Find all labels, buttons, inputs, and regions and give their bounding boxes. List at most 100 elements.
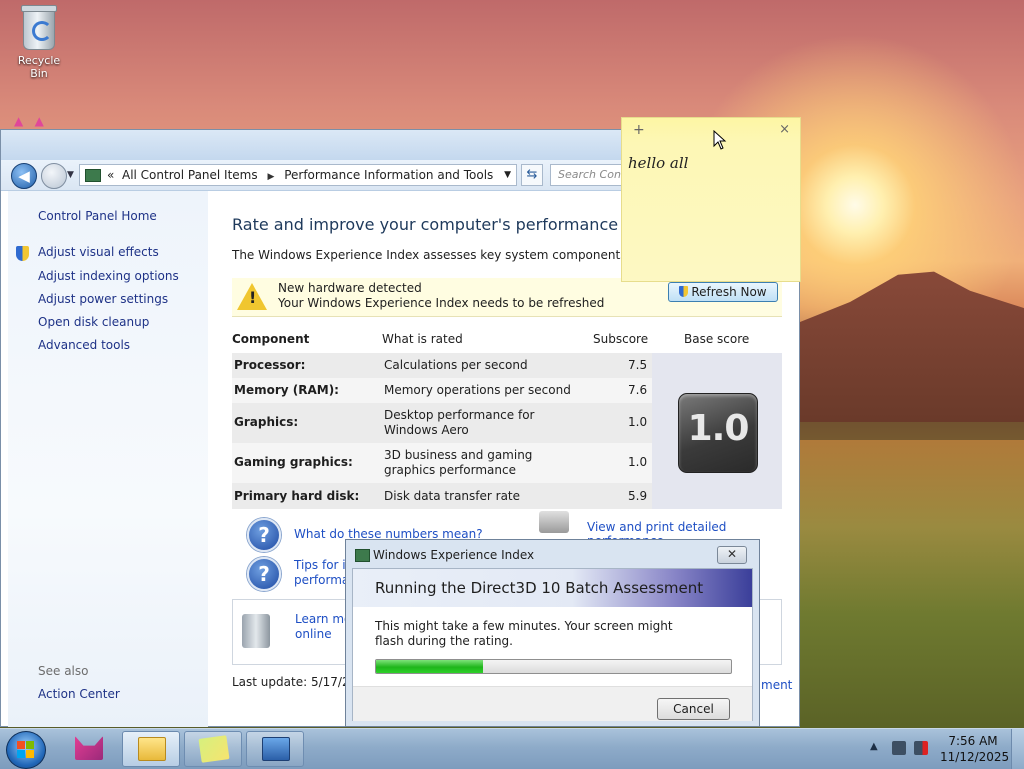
taskbar: ▲ 7:56 AM 11/12/2025 xyxy=(0,728,1024,769)
header-component: Component xyxy=(232,332,310,346)
system-clock[interactable]: 7:56 AM 11/12/2025 xyxy=(940,733,1010,765)
sticky-note-text[interactable]: hello all xyxy=(628,154,688,172)
control-panel-icon xyxy=(85,169,101,182)
base-score-value: 1.0 xyxy=(687,408,750,449)
dialog-message: This might take a few minutes. Your scre… xyxy=(375,619,673,648)
warning-exclamation: ! xyxy=(249,288,257,307)
rated-processor: Calculations per second xyxy=(384,358,528,372)
volume-muted-icon[interactable] xyxy=(914,741,928,755)
network-icon[interactable] xyxy=(892,741,906,755)
breadcrumb-chevron-icon: « xyxy=(107,168,115,182)
software-disc-icon xyxy=(242,614,270,648)
wallpaper-mountain xyxy=(790,271,1024,422)
header-base-score: Base score xyxy=(684,332,750,346)
printer-icon xyxy=(539,511,569,533)
help-question-icon: ? xyxy=(247,518,281,552)
notice-title: New hardware detected xyxy=(278,281,422,295)
mouse-cursor-icon xyxy=(713,130,727,150)
see-also-header: See also xyxy=(38,664,89,678)
header-subscore: Subscore xyxy=(593,332,649,346)
assessment-progress-bar xyxy=(375,659,732,674)
performance-tool-icon xyxy=(262,737,290,761)
control-panel-home-link[interactable]: Control Panel Home xyxy=(38,209,157,223)
rated-memory: Memory operations per second xyxy=(384,383,571,397)
dialog-heading: Running the Direct3D 10 Batch Assessment xyxy=(375,579,704,597)
uac-shield-icon xyxy=(679,286,689,297)
action-center-link[interactable]: Action Center xyxy=(38,687,120,701)
refresh-now-label: Refresh Now xyxy=(691,285,767,299)
left-navigation-pane: Control Panel Home Adjust visual effects… xyxy=(8,191,208,727)
address-dropdown-icon[interactable]: ▼ xyxy=(504,165,511,185)
clock-date: 11/12/2025 xyxy=(940,750,1010,764)
adjust-power-settings-link[interactable]: Adjust power settings xyxy=(38,292,168,306)
cat-app-icon xyxy=(75,736,103,760)
close-note-icon[interactable]: × xyxy=(779,122,790,137)
breadcrumb-root[interactable]: All Control Panel Items xyxy=(122,168,258,182)
score-table: Processor: Calculations per second 7.5 M… xyxy=(232,353,782,509)
subscore-memory: 7.6 xyxy=(628,383,648,397)
search-input[interactable]: Search Cont xyxy=(550,164,630,186)
truncated-link[interactable]: ment xyxy=(761,678,792,692)
show-hidden-icons-icon[interactable]: ▲ xyxy=(870,741,878,752)
rated-gaming-graphics: 3D business and gaming graphics performa… xyxy=(384,448,533,477)
sticky-note[interactable]: + × hello all xyxy=(621,117,801,282)
taskbar-app-cat[interactable] xyxy=(60,731,118,767)
component-memory: Memory (RAM): xyxy=(234,383,339,397)
subscore-gaming-graphics: 1.0 xyxy=(628,455,648,469)
sticky-notes-icon xyxy=(198,735,230,763)
taskbar-explorer[interactable] xyxy=(122,731,180,767)
dialog-header-band: Running the Direct3D 10 Batch Assessment xyxy=(353,569,752,607)
dialog-footer: Cancel xyxy=(353,686,752,721)
learn-more-link[interactable]: Learn mo xyxy=(295,612,351,626)
subscore-graphics: 1.0 xyxy=(628,415,648,429)
show-desktop-button[interactable] xyxy=(1011,729,1024,769)
forward-button[interactable] xyxy=(41,163,67,189)
component-graphics: Graphics: xyxy=(234,415,299,429)
wallpaper-field xyxy=(800,440,1024,730)
history-dropdown-icon[interactable]: ▼ xyxy=(67,170,74,180)
hardware-notice-bar: ! New hardware detected Your Windows Exp… xyxy=(232,278,782,317)
address-bar[interactable]: « All Control Panel Items ▶ Performance … xyxy=(79,164,517,186)
taskbar-performance-tool[interactable] xyxy=(246,731,304,767)
breadcrumb-current[interactable]: Performance Information and Tools xyxy=(284,168,493,182)
recycle-bin-icon xyxy=(21,5,57,50)
refresh-now-button[interactable]: Refresh Now xyxy=(668,282,778,302)
cancel-button[interactable]: Cancel xyxy=(657,698,730,720)
adjust-indexing-options-link[interactable]: Adjust indexing options xyxy=(38,269,179,283)
component-hard-disk: Primary hard disk: xyxy=(234,489,360,503)
rated-hard-disk: Disk data transfer rate xyxy=(384,489,521,503)
clock-time: 7:56 AM xyxy=(948,734,998,748)
header-what-is-rated: What is rated xyxy=(382,332,463,346)
component-processor: Processor: xyxy=(234,358,306,372)
breadcrumb-separator-icon[interactable]: ▶ xyxy=(267,172,274,182)
experience-index-dialog: Windows Experience Index ✕ Running the D… xyxy=(345,539,760,727)
back-button[interactable]: ◀ xyxy=(11,163,37,189)
recycle-bin-label: Recycle Bin xyxy=(17,54,61,80)
base-score-badge: 1.0 xyxy=(678,393,758,473)
help-question-icon: ? xyxy=(247,557,281,591)
advanced-tools-link[interactable]: Advanced tools xyxy=(38,338,130,352)
dialog-app-icon xyxy=(355,549,370,562)
open-disk-cleanup-link[interactable]: Open disk cleanup xyxy=(38,315,149,329)
folder-icon xyxy=(138,737,166,761)
dialog-title: Windows Experience Index xyxy=(373,548,535,562)
adjust-visual-effects-link[interactable]: Adjust visual effects xyxy=(38,245,159,259)
uac-shield-icon xyxy=(16,246,29,261)
page-title: Rate and improve your computer's perform… xyxy=(232,215,619,234)
subscore-hard-disk: 5.9 xyxy=(628,489,648,503)
progress-fill xyxy=(376,660,483,673)
component-gaming-graphics: Gaming graphics: xyxy=(234,455,353,469)
learn-more-link-line2[interactable]: online xyxy=(295,627,332,641)
notice-message: Your Windows Experience Index needs to b… xyxy=(278,296,605,310)
refresh-icon[interactable]: ⇆ xyxy=(521,164,543,186)
start-button[interactable] xyxy=(6,731,46,769)
add-note-icon[interactable]: + xyxy=(633,122,645,138)
subscore-processor: 7.5 xyxy=(628,358,648,372)
dialog-close-button[interactable]: ✕ xyxy=(717,546,747,564)
taskbar-sticky-notes[interactable] xyxy=(184,731,242,767)
dialog-body: Running the Direct3D 10 Batch Assessment… xyxy=(352,568,753,721)
cat-ears-icon: ▲ ▲ xyxy=(14,114,44,128)
recycle-bin-shortcut[interactable]: Recycle Bin xyxy=(14,5,64,80)
rated-graphics: Desktop performance for Windows Aero xyxy=(384,408,535,437)
base-score-panel: 1.0 xyxy=(652,353,782,509)
